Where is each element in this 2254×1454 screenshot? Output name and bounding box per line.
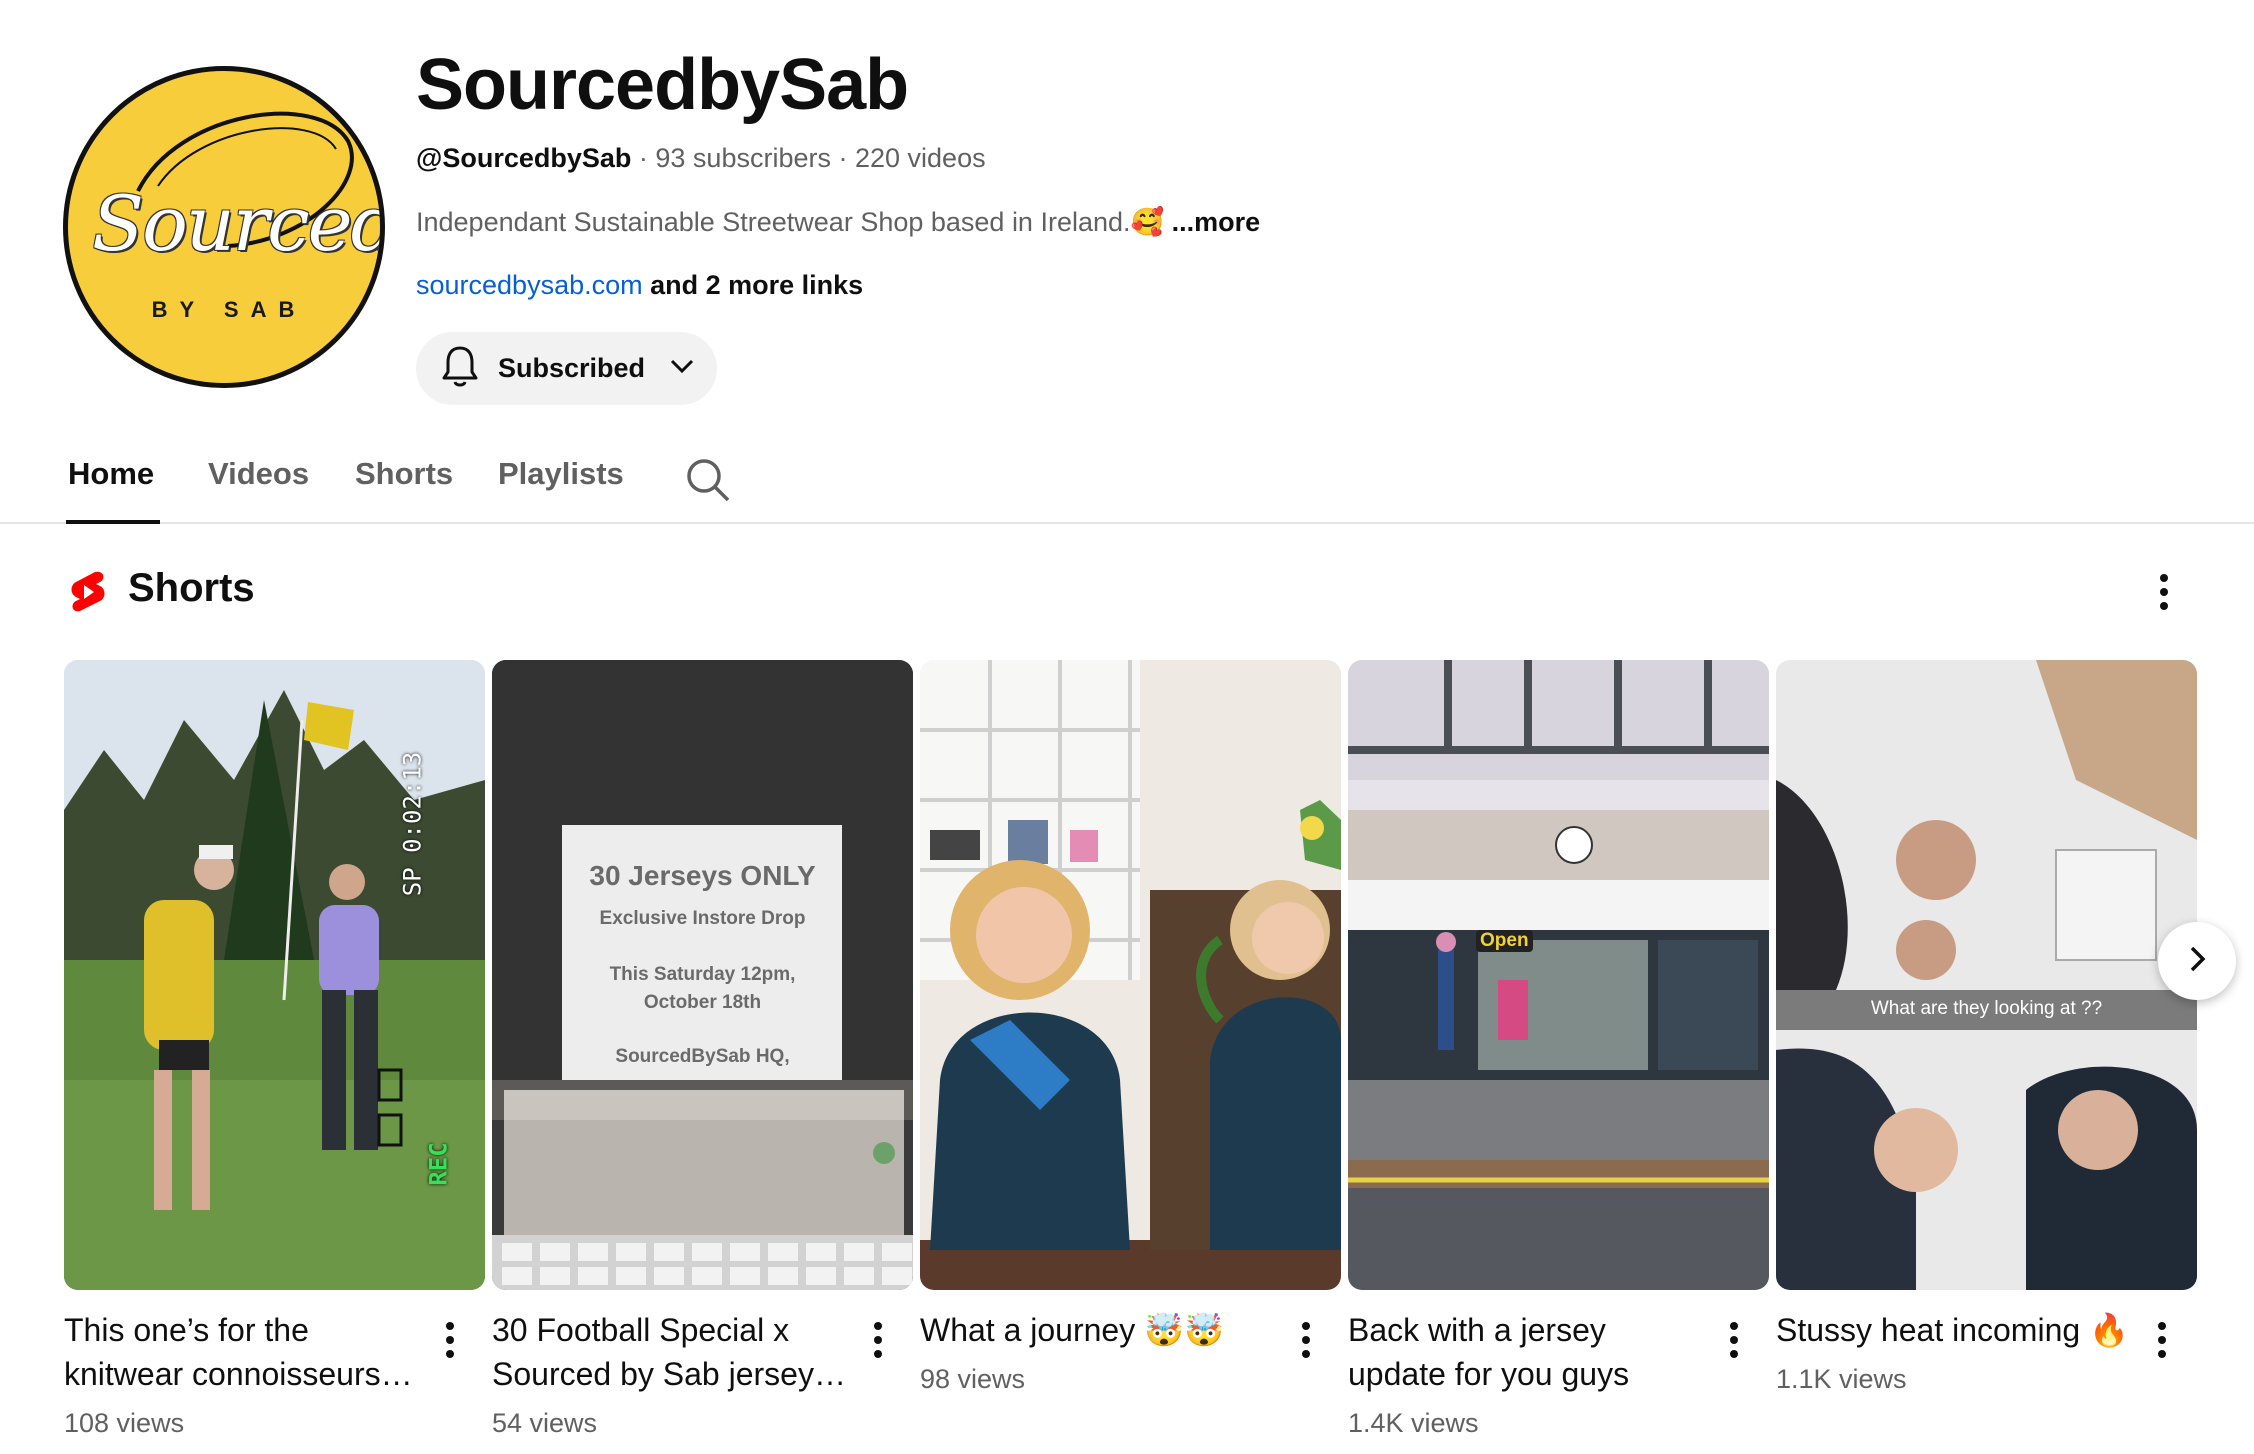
camcorder-rec: REC [424, 1142, 453, 1186]
description-text: Independant Sustainable Streetwear Shop … [416, 207, 1165, 237]
short-card: Open Back with a jersey update for you g… [1348, 660, 1769, 1438]
meta-separator: · [631, 143, 656, 173]
channel-website-link[interactable]: sourcedbysab.com [416, 270, 643, 300]
more-vert-icon[interactable] [1720, 1318, 1748, 1362]
short-title[interactable]: This one’s for the knitwear connoisseurs… [64, 1308, 424, 1396]
short-title[interactable]: Stussy heat incoming 🔥 [1776, 1308, 2136, 1352]
more-vert-icon[interactable] [2150, 570, 2178, 614]
sign-date-line2: October 18th [643, 992, 762, 1013]
channel-links: sourcedbysab.com and 2 more links [416, 270, 863, 301]
more-vert-icon[interactable] [1292, 1318, 1320, 1362]
short-title[interactable]: Back with a jersey update for you guys ❤… [1348, 1308, 1708, 1396]
more-vert-icon[interactable] [2148, 1318, 2176, 1362]
short-views: 1.4K views [1348, 1408, 1479, 1438]
short-thumbnail[interactable]: SP 0:02:13 REC [64, 660, 485, 1290]
avatar-logo-subtext: BY SAB [151, 297, 307, 322]
bell-icon [440, 344, 480, 393]
short-title[interactable]: 30 Football Special x Sourced by Sab jer… [492, 1308, 852, 1396]
sign-headline: 30 Jerseys ONLY [589, 860, 816, 891]
tab-home[interactable]: Home [68, 456, 154, 492]
short-thumbnail[interactable] [920, 660, 1341, 1290]
sign-location: SourcedBySab HQ, [615, 1046, 790, 1067]
tab-playlists[interactable]: Playlists [498, 456, 624, 492]
short-views: 54 views [492, 1408, 598, 1438]
store-open-sign: Open [1476, 930, 1533, 952]
chevron-right-icon [2182, 944, 2212, 979]
tab-videos[interactable]: Videos [208, 456, 309, 492]
short-views: 108 views [64, 1408, 185, 1438]
short-thumbnail[interactable]: 30 Jerseys ONLY Exclusive Instore Drop T… [492, 660, 913, 1290]
subscriber-count: 93 subscribers [655, 143, 831, 173]
channel-title: SourcedbySab [416, 45, 909, 125]
more-vert-icon[interactable] [436, 1318, 464, 1362]
search-icon[interactable] [684, 456, 732, 504]
shorts-logo-icon [68, 570, 108, 614]
channel-meta: @SourcedbySab · 93 subscribers · 220 vid… [416, 143, 986, 174]
more-vert-icon[interactable] [864, 1318, 892, 1362]
carousel-next-button[interactable] [2158, 922, 2236, 1000]
active-tab-indicator [66, 520, 160, 524]
short-views: 1.1K views [1776, 1364, 1907, 1394]
tab-shorts[interactable]: Shorts [355, 456, 453, 492]
video-count: 220 videos [854, 143, 986, 173]
video-caption: What are they looking at ?? [1870, 998, 2103, 1019]
sign-subheadline: Exclusive Instore Drop [599, 908, 806, 929]
channel-description[interactable]: Independant Sustainable Streetwear Shop … [416, 206, 1260, 238]
short-views: 98 views [920, 1364, 1026, 1394]
section-title: Shorts [128, 566, 255, 610]
short-card: What a journey 🤯🤯 98 views [920, 660, 1341, 1394]
channel-avatar[interactable]: Sourced. BY SAB [63, 66, 385, 388]
meta-separator: · [830, 143, 855, 173]
short-thumbnail[interactable]: What are they looking at ?? [1776, 660, 2197, 1290]
description-more-link[interactable]: ...more [1164, 207, 1261, 237]
short-title[interactable]: What a journey 🤯🤯 [920, 1308, 1280, 1352]
chevron-down-icon [667, 351, 697, 386]
subscribed-button[interactable]: Subscribed [416, 332, 717, 405]
channel-tabs: Home Videos Shorts Playlists [0, 440, 2254, 524]
more-links-button[interactable]: and 2 more links [643, 270, 863, 300]
camcorder-timer: SP 0:02:13 [398, 751, 427, 897]
avatar-logo-text: Sourced. [92, 179, 380, 268]
channel-handle: @SourcedbySab [416, 143, 632, 173]
short-card: 30 Jerseys ONLY Exclusive Instore Drop T… [492, 660, 913, 1438]
sign-date-line1: This Saturday 12pm, [609, 964, 796, 985]
short-card: What are they looking at ?? Stussy heat … [1776, 660, 2197, 1394]
short-card: SP 0:02:13 REC This one’s for the knitwe… [64, 660, 485, 1438]
short-thumbnail[interactable]: Open [1348, 660, 1769, 1290]
subscribed-label: Subscribed [498, 353, 646, 383]
